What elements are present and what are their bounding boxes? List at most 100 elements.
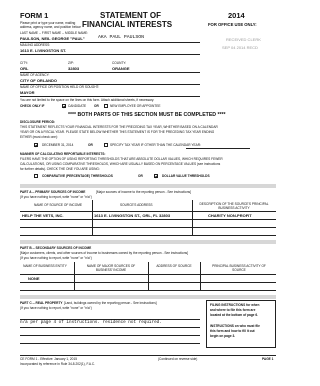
- agency-label: NAME OF AGENCY:: [20, 73, 50, 77]
- part-b-col-address: ADDRESS OF SOURCE: [156, 264, 192, 268]
- part-a-col-divider-2: [192, 200, 193, 235]
- check-only-label: CHECK ONLY IF: [20, 104, 45, 108]
- part-a-row-rule-3: [20, 235, 276, 236]
- part-c-rule-3: [20, 335, 200, 336]
- side-box-line-2: and where to file this form are: [210, 308, 256, 312]
- form-title: FORM 1: [20, 11, 49, 20]
- part-a-subheading: [Major sources of income to the reportin…: [96, 190, 191, 194]
- side-box-line-5: this form and how to fill it out: [210, 329, 255, 333]
- comparative-checkbox[interactable]: [34, 174, 38, 178]
- thresholds-or-label: OR: [138, 174, 143, 178]
- part-b-row-rule-2: [20, 290, 276, 291]
- office-use-label: FOR OFFICE USE ONLY:: [208, 22, 257, 27]
- specify-tax-year-checkbox[interactable]: [104, 143, 108, 147]
- mailing-address: 1613 E. LIVINGSTON ST.: [20, 48, 67, 53]
- thresholds-line-3: for further details). CHECK THE ONE YOU …: [20, 167, 100, 171]
- check-or-label: OR: [94, 104, 99, 108]
- part-b-row-value: NONE: [28, 276, 40, 281]
- part-a-col-activity: DESCRIPTION OF THE SOURCE'S PRINCIPAL BU…: [199, 202, 269, 210]
- disclosure-or-label: OR: [88, 143, 93, 147]
- footer-form-id: CE FORM 1 - Effective: January 1, 2015: [20, 357, 77, 361]
- new-employee-checkbox[interactable]: [104, 104, 108, 108]
- part-a-col-name: NAME OF SOURCE OF INCOME: [34, 203, 82, 207]
- part-b-note: (If you have nothing to report, write "n…: [20, 256, 92, 260]
- candidate-label: CANDIDATE: [68, 104, 87, 108]
- position-rule: [20, 96, 200, 97]
- part-b-col-entity: NAME OF BUSINESS ENTITY: [23, 264, 67, 268]
- completion-banner: **** BOTH PARTS OF THIS SECTION MUST BE …: [68, 112, 226, 118]
- part-c-subheading: [Land, buildings owned by the reporting …: [64, 301, 157, 305]
- thresholds-heading: MANNER OF CALCULATING REPORTABLE INTERES…: [20, 152, 106, 156]
- position-value: MAYOR: [20, 90, 35, 95]
- received-stamp-line-1: RECEIVED CLERK: [226, 37, 261, 42]
- part-a-row-rule-2: [20, 227, 276, 228]
- part-c-rule-2: [20, 327, 200, 328]
- thresholds-line-1: FILERS HAVE THE OPTION OF USING REPORTIN…: [20, 157, 223, 161]
- zip-value: 32803: [68, 66, 80, 71]
- part-a-col-address: SOURCE'S ADDRESS: [120, 203, 153, 207]
- part-a-row-address: 1613 E. LIVINGSTON ST., ORL, FL 32803: [94, 213, 171, 218]
- footer-rule-reference: Incorporated by reference in Rule 34-8.2…: [20, 362, 96, 366]
- county-label: COUNTY:: [112, 61, 127, 65]
- filer-name: PAULSON, NEIL GEORGE "PAUL": [20, 36, 85, 41]
- agency-value: CITY OF ORLANDO: [20, 78, 58, 83]
- mailing-rule: [20, 54, 200, 55]
- part-a-col-divider-1: [92, 200, 93, 235]
- comparative-label: COMPARATIVE (PERCENTAGE) THRESHOLDS: [42, 174, 113, 178]
- side-box-line-1: FILING INSTRUCTIONS for when: [210, 303, 260, 307]
- part-a-row-name: HELP THE VETS, INC.: [22, 213, 64, 218]
- part-a-header-rule: [20, 211, 276, 212]
- part-c-divider: [20, 295, 276, 299]
- new-employee-label: NEW EMPLOYEE OR APPOINTEE: [110, 104, 161, 108]
- disclosure-line-2: YEAR OR ON A FISCAL YEAR. PLEASE STATE B…: [20, 130, 215, 134]
- part-a-row-rule-1: [20, 219, 276, 220]
- additional-sheets-note: You are not limited to the space on the …: [20, 98, 155, 102]
- side-box-line-6: begin on page 3.: [210, 334, 236, 338]
- county-value: ORANGE: [112, 66, 130, 71]
- part-b-divider: [20, 240, 276, 244]
- side-box-line-3: located at the bottom of page 6.: [210, 313, 258, 317]
- dollar-value-label: DOLLAR VALUE THRESHOLDS: [162, 174, 210, 178]
- filing-instructions-box: FILING INSTRUCTIONS for when and where t…: [206, 300, 276, 348]
- disclosure-line-3: EITHER (must check one):: [20, 135, 58, 139]
- part-c-rule-4: [20, 343, 200, 344]
- statement-title-line-2: FINANCIAL INTERESTS: [82, 20, 173, 29]
- footer-continue: (Continued on reverse side): [158, 357, 198, 361]
- mailing-label: MAILING ADDRESS:: [20, 43, 51, 47]
- position-label: NAME OF OFFICE OR POSITION HELD OR SOUGH…: [20, 85, 99, 89]
- part-b-col-major-sources: NAME OF MAJOR SOURCES OF BUSINESS' INCOM…: [86, 264, 136, 272]
- part-b-col-activity: PRINCIPAL BUSINESS ACTIVITY OF SOURCE: [212, 264, 266, 272]
- december-label: DECEMBER 31, 2014: [42, 143, 74, 147]
- dollar-value-checkbox[interactable]: [154, 174, 158, 178]
- disclosure-heading: DISCLOSURE PERIOD:: [20, 120, 56, 124]
- candidate-checkbox[interactable]: [62, 104, 66, 108]
- disclosure-line-1: THIS STATEMENT REFLECTS YOUR FINANCIAL I…: [20, 125, 218, 129]
- part-a-row-activity: CHARITY NON-PROFIT: [208, 213, 252, 218]
- footer-rule: [20, 355, 276, 356]
- side-box-line-4: INSTRUCTIONS on who must file: [210, 324, 260, 328]
- instructions-line-2: address, agency name, and position below…: [20, 25, 82, 29]
- specify-tax-year-label: SPECIFY TAX YEAR IF OTHER THAN THE CALEN…: [110, 143, 201, 147]
- city-value: ORL: [20, 66, 29, 71]
- zip-label: ZIP:: [68, 61, 74, 65]
- part-a-heading: PART A -- PRIMARY SOURCES OF INCOME: [20, 190, 86, 194]
- part-a-divider: [20, 184, 276, 188]
- statement-title-line-1: STATEMENT OF: [100, 11, 162, 20]
- received-stamp-line-2: SEP 04 2014 RECD: [222, 45, 258, 50]
- part-b-heading: PART B -- SECONDARY SOURCES OF INCOME: [20, 246, 92, 250]
- specify-tax-year-rule: [186, 148, 250, 149]
- part-b-subheading: [Major customers, clients, and other sou…: [20, 251, 188, 255]
- form-year: 2014: [228, 11, 245, 20]
- part-b-col-divider-2: [148, 262, 149, 290]
- city-label: CITY:: [20, 61, 28, 65]
- footer-page-number: PAGE 1: [262, 357, 274, 361]
- form-page: FORM 1 Please print or type your name, m…: [8, 8, 290, 378]
- filer-aka: AKA PAUL PAULSON: [98, 35, 145, 40]
- part-c-note: (If you have nothing to report, write "n…: [20, 306, 92, 310]
- december-checkbox[interactable]: [34, 143, 38, 147]
- name-label: LAST NAME -- FIRST NAME -- MIDDLE NAME:: [20, 31, 89, 35]
- part-b-col-divider-3: [200, 262, 201, 290]
- thresholds-line-2: CALCULATIONS, OR USING COMPARATIVE THRES…: [20, 162, 221, 166]
- part-a-note: (If you have nothing to report, write "n…: [20, 195, 92, 199]
- part-c-row-value: n/a per page 4 of instructions. residenc…: [20, 320, 162, 325]
